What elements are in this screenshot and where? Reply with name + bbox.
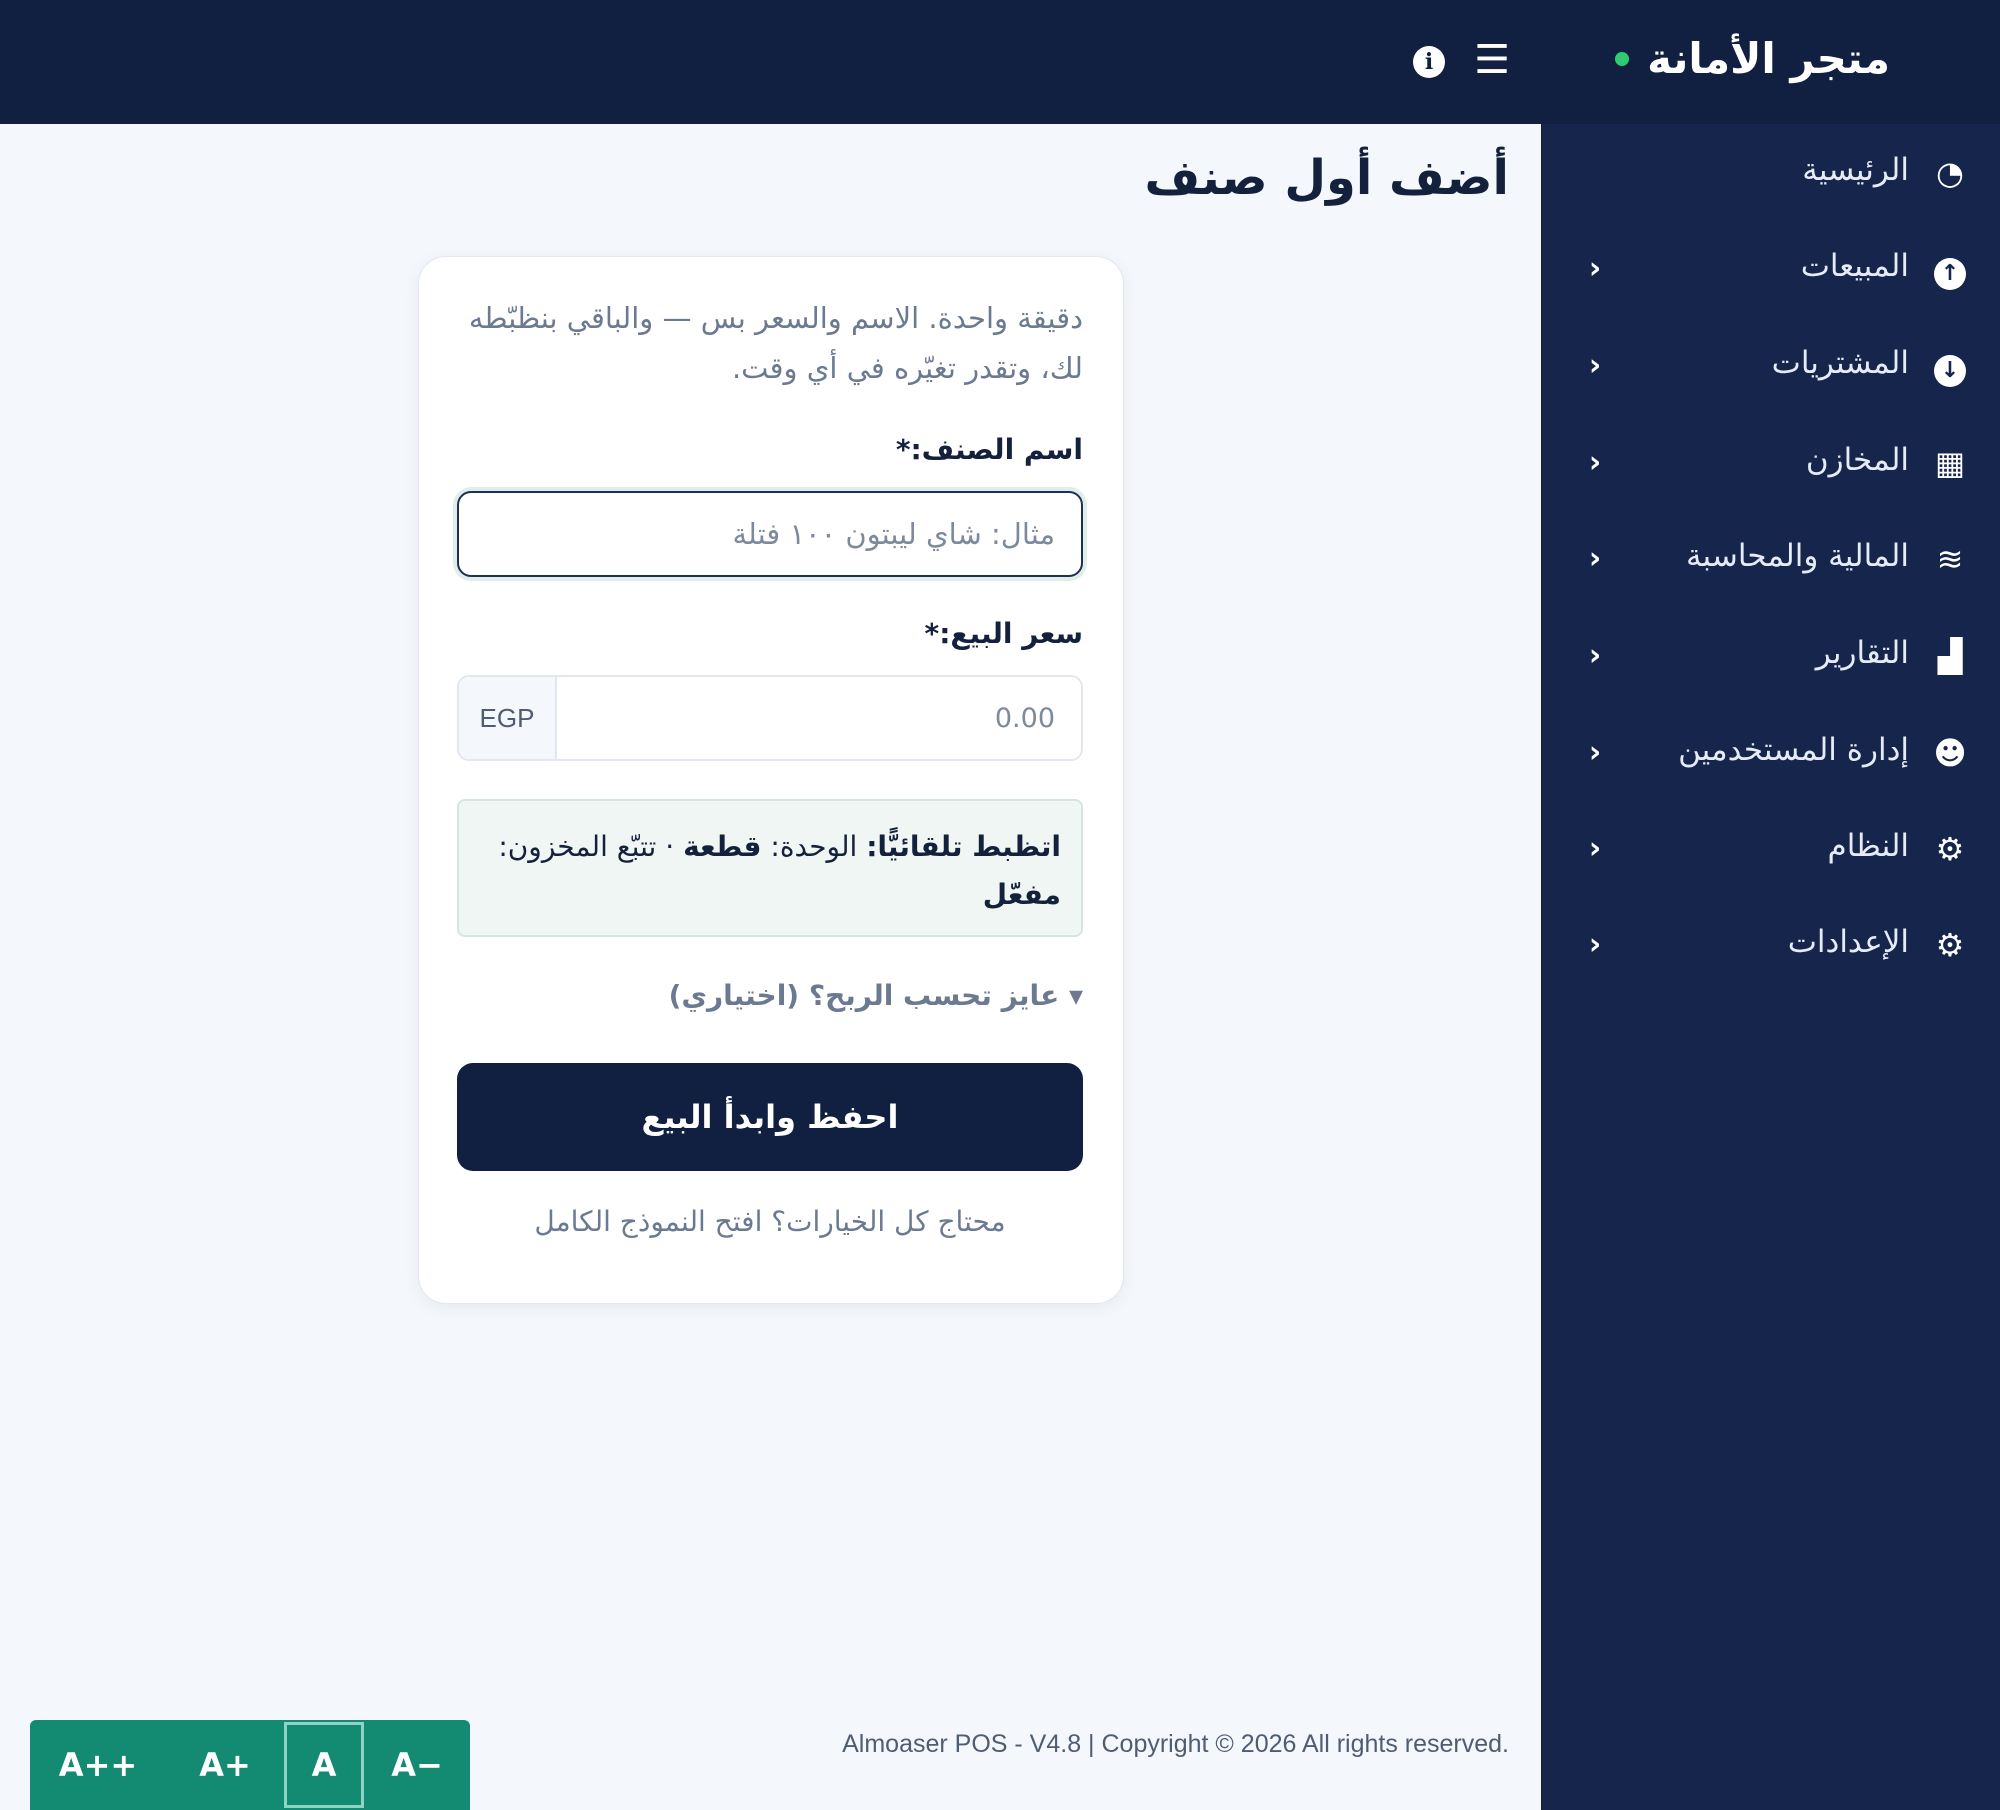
add-item-card: دقيقة واحدة. الاسم والسعر بس — والباقي ب… (418, 256, 1124, 1304)
sidebar: ◔ الرئيسية ↑ المبيعات ‹ ↓ المشتريات ‹ ▦ المخازن ‹ ≋… (1541, 124, 2000, 1810)
online-status-dot (1615, 51, 1630, 66)
brand-name: متجر الأمانة (1647, 34, 1890, 83)
users-icon: ☻ (1933, 734, 1967, 772)
auto-separator: · (665, 830, 675, 863)
intro-text: دقيقة واحدة. الاسم والسعر بس — والباقي ب… (468, 301, 1083, 385)
sale-price-label: سعر البيع:* (924, 617, 1083, 650)
sidebar-item-label: النظام (1827, 828, 1909, 864)
save-and-start-button[interactable]: احفظ وابدأ البيع (457, 1063, 1083, 1171)
sidebar-item[interactable]: ⚙ النظام ‹ (1542, 810, 2000, 890)
chevron-left-icon[interactable]: ‹ (1580, 347, 1610, 385)
sidebar-item-label: المخازن (1805, 442, 1909, 478)
sidebar-item[interactable]: ▟ التقارير ‹ (1542, 617, 2000, 697)
item-name-input[interactable] (457, 491, 1083, 577)
sidebar-item-label: المبيعات (1800, 248, 1909, 284)
font-decrease-button[interactable]: A− (364, 1722, 470, 1808)
auto-unit-label: الوحدة: (770, 830, 858, 863)
auto-unit-value: قطعة (683, 830, 762, 863)
chevron-left-icon[interactable]: ‹ (1580, 637, 1610, 675)
gears-icon: ⚙ (1935, 830, 1965, 868)
font-increase-more-button[interactable]: A++ (30, 1722, 166, 1808)
auto-title: اتظبط تلقائيًّا: (866, 830, 1061, 863)
currency-addon: EGP (459, 677, 557, 759)
chevron-left-icon[interactable]: ‹ (1580, 734, 1610, 772)
chevron-left-icon[interactable]: ‹ (1580, 540, 1610, 578)
brand[interactable]: متجر الأمانة (1615, 34, 1890, 83)
arrow-down-circle-icon: ↓ (1931, 347, 1969, 387)
sidebar-item-label: المالية والمحاسبة (1685, 538, 1909, 574)
chevron-left-icon[interactable]: ‹ (1580, 830, 1610, 868)
sidebar-item-label: الرئيسية (1802, 152, 1909, 188)
sidebar-item[interactable]: ↑ المبيعات ‹ (1542, 230, 2000, 310)
bar-chart-icon: ▟ (1937, 637, 1963, 675)
font-increase-button[interactable]: A+ (166, 1722, 284, 1808)
profit-calculation-toggle[interactable]: ▾ عايز تحسب الربح؟ (اختياري) (669, 979, 1083, 1012)
auto-track-label: تتبّع المخزون: (498, 830, 657, 863)
chevron-left-icon[interactable]: ‹ (1580, 250, 1610, 288)
menu-toggle-icon[interactable]: ☰ (1474, 40, 1510, 80)
auto-track-value: مفعّل (982, 878, 1061, 911)
top-bar: متجر الأمانة ☰ i (0, 0, 2000, 124)
warehouse-icon: ▦ (1934, 444, 1966, 482)
arrow-up-circle-icon: ↑ (1931, 250, 1969, 290)
item-name-label: اسم الصنف:* (895, 433, 1083, 466)
font-reset-button[interactable]: A (284, 1722, 364, 1808)
coins-icon: ≋ (1936, 540, 1964, 578)
sidebar-item[interactable]: ≋ المالية والمحاسبة ‹ (1542, 520, 2000, 600)
sidebar-item-label: التقارير (1815, 635, 1909, 671)
sale-price-group: EGP (457, 675, 1083, 761)
font-size-controls: A++ A+ A A− (30, 1720, 470, 1810)
sidebar-item-label: الإعدادات (1787, 924, 1909, 960)
gear-icon: ⚙ (1935, 926, 1965, 964)
sidebar-item[interactable]: ↓ المشتريات ‹ (1542, 327, 2000, 407)
footer-copyright: Almoaser POS - V4.8 | Copyright © 2026 A… (842, 1730, 1509, 1758)
auto-settings-box: اتظبط تلقائيًّا: الوحدة: قطعة · تتبّع ال… (457, 799, 1083, 937)
sidebar-item-label: المشتريات (1771, 345, 1909, 381)
full-form-link[interactable]: محتاج كل الخيارات؟ افتح النموذج الكامل (417, 1205, 1123, 1238)
sidebar-item[interactable]: ⚙ الإعدادات ‹ (1542, 906, 2000, 986)
sale-price-input[interactable] (557, 677, 1081, 759)
dashboard-icon: ◔ (1936, 154, 1964, 192)
chevron-left-icon[interactable]: ‹ (1580, 444, 1610, 482)
arrow-down-circle-icon-glyph: ↓ (1934, 355, 1966, 387)
info-icon[interactable]: i (1413, 46, 1445, 78)
sidebar-item[interactable]: ◔ الرئيسية (1542, 134, 2000, 214)
arrow-up-circle-icon-glyph: ↑ (1934, 258, 1966, 290)
sidebar-item-label: إدارة المستخدمين (1678, 732, 1909, 768)
chevron-left-icon[interactable]: ‹ (1580, 926, 1610, 964)
sidebar-item[interactable]: ▦ المخازن ‹ (1542, 424, 2000, 504)
sidebar-item[interactable]: ☻ إدارة المستخدمين ‹ (1542, 714, 2000, 794)
app-page: متجر الأمانة ☰ i ◔ الرئيسية ↑ المبيعات ‹ ↓ الم… (0, 0, 2000, 1810)
page-title: أضف أول صنف (1144, 150, 1510, 206)
